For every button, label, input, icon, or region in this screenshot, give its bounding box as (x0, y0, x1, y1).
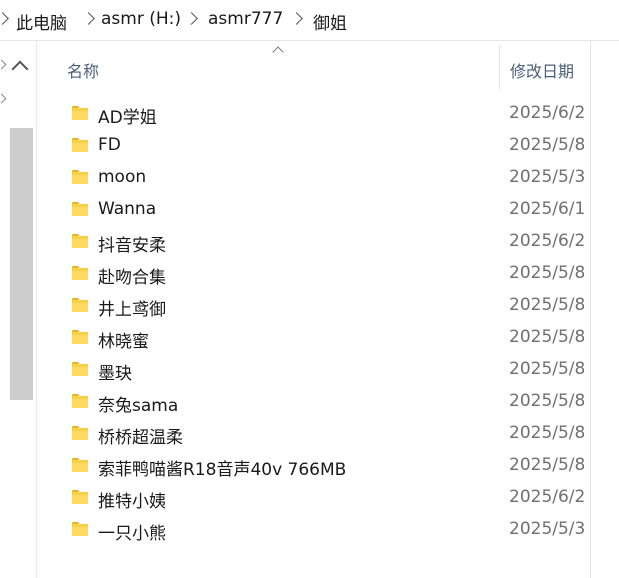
file-name: 奈兔sama (98, 396, 179, 416)
file-date: 2025/5/8 (509, 423, 586, 443)
folder-icon (72, 170, 88, 184)
list-item[interactable]: FD 2025/5/8 (60, 131, 600, 161)
file-name: 墨玦 (98, 364, 132, 384)
list-item[interactable]: 奈兔sama 2025/5/8 (60, 387, 600, 417)
file-name: 赴吻合集 (98, 268, 166, 288)
breadcrumb-item-current[interactable]: 御姐 (313, 9, 347, 34)
file-name: AD学姐 (98, 108, 157, 128)
list-item[interactable]: 墨玦 2025/5/8 (60, 355, 600, 385)
folder-icon (72, 202, 88, 216)
file-date: 2025/5/8 (509, 295, 586, 315)
folder-icon (72, 138, 88, 152)
chevron-right-icon[interactable] (0, 59, 7, 70)
folder-icon (72, 458, 88, 472)
navigation-pane (0, 41, 36, 578)
breadcrumb-item-this-pc[interactable]: 此电脑 (16, 9, 67, 34)
folder-icon (72, 362, 88, 376)
file-name: 桥桥超温柔 (98, 428, 183, 448)
file-name: 抖音安柔 (98, 236, 166, 256)
chevron-right-icon[interactable] (0, 12, 9, 25)
file-name: 索菲鸭喵酱R18音声40v 766MB (98, 460, 347, 480)
file-date: 2025/6/2 (509, 231, 586, 251)
file-date: 2025/5/8 (509, 455, 586, 475)
file-name: FD (98, 135, 121, 155)
list-item[interactable]: 井上鸢御 2025/5/8 (60, 291, 600, 321)
file-name: Wanna (98, 199, 157, 219)
column-header-name[interactable]: 名称 (67, 58, 99, 82)
chevron-right-icon[interactable] (290, 12, 303, 25)
folder-icon (72, 234, 88, 248)
folder-icon (72, 106, 88, 120)
folder-icon (72, 426, 88, 440)
file-date: 2025/5/8 (509, 327, 586, 347)
pane-divider[interactable] (36, 41, 37, 578)
file-date: 2025/5/3 (509, 167, 586, 187)
file-date: 2025/5/8 (509, 359, 586, 379)
folder-icon (72, 490, 88, 504)
breadcrumb-item-folder[interactable]: asmr777 (208, 9, 283, 29)
folder-icon (72, 266, 88, 280)
folder-icon (72, 394, 88, 408)
list-item[interactable]: 推特小姨 2025/6/2 (60, 483, 600, 513)
folder-icon (72, 330, 88, 344)
chevron-right-icon[interactable] (185, 12, 198, 25)
file-date: 2025/5/8 (509, 263, 586, 283)
navigation-scrollbar[interactable] (10, 128, 33, 400)
window-edge (590, 41, 591, 578)
chevron-right-icon[interactable] (0, 93, 7, 104)
file-name: moon (98, 167, 147, 187)
file-date: 2025/5/3 (509, 519, 586, 539)
breadcrumb-item-drive[interactable]: asmr (H:) (101, 9, 181, 29)
file-name: 一只小熊 (98, 524, 166, 544)
file-date: 2025/5/8 (509, 135, 586, 155)
breadcrumb: 此电脑 asmr (H:) asmr777 御姐 (0, 0, 619, 41)
list-item[interactable]: 桥桥超温柔 2025/5/8 (60, 419, 600, 449)
list-item[interactable]: moon 2025/5/3 (60, 163, 600, 193)
file-name: 林晓蜜 (98, 332, 149, 352)
chevron-right-icon[interactable] (82, 12, 95, 25)
sort-up-icon (272, 46, 284, 58)
list-item[interactable]: 赴吻合集 2025/5/8 (60, 259, 600, 289)
list-item[interactable]: 一只小熊 2025/5/3 (60, 515, 600, 545)
file-date: 2025/6/1 (509, 199, 586, 219)
column-header-date-modified[interactable]: 修改日期 (510, 58, 574, 82)
list-item[interactable]: AD学姐 2025/6/2 (60, 99, 600, 129)
list-item[interactable]: Wanna 2025/6/1 (60, 195, 600, 225)
file-date: 2025/6/2 (509, 103, 586, 123)
scroll-up-icon[interactable] (11, 60, 29, 78)
list-item[interactable]: 索菲鸭喵酱R18音声40v 766MB 2025/5/8 (60, 451, 600, 481)
list-item[interactable]: 林晓蜜 2025/5/8 (60, 323, 600, 353)
folder-icon (72, 298, 88, 312)
column-divider[interactable] (499, 44, 500, 90)
file-name: 推特小姨 (98, 492, 166, 512)
file-date: 2025/5/8 (509, 391, 586, 411)
file-name: 井上鸢御 (98, 300, 166, 320)
folder-icon (72, 522, 88, 536)
file-date: 2025/6/2 (509, 487, 586, 507)
list-item[interactable]: 抖音安柔 2025/6/2 (60, 227, 600, 257)
